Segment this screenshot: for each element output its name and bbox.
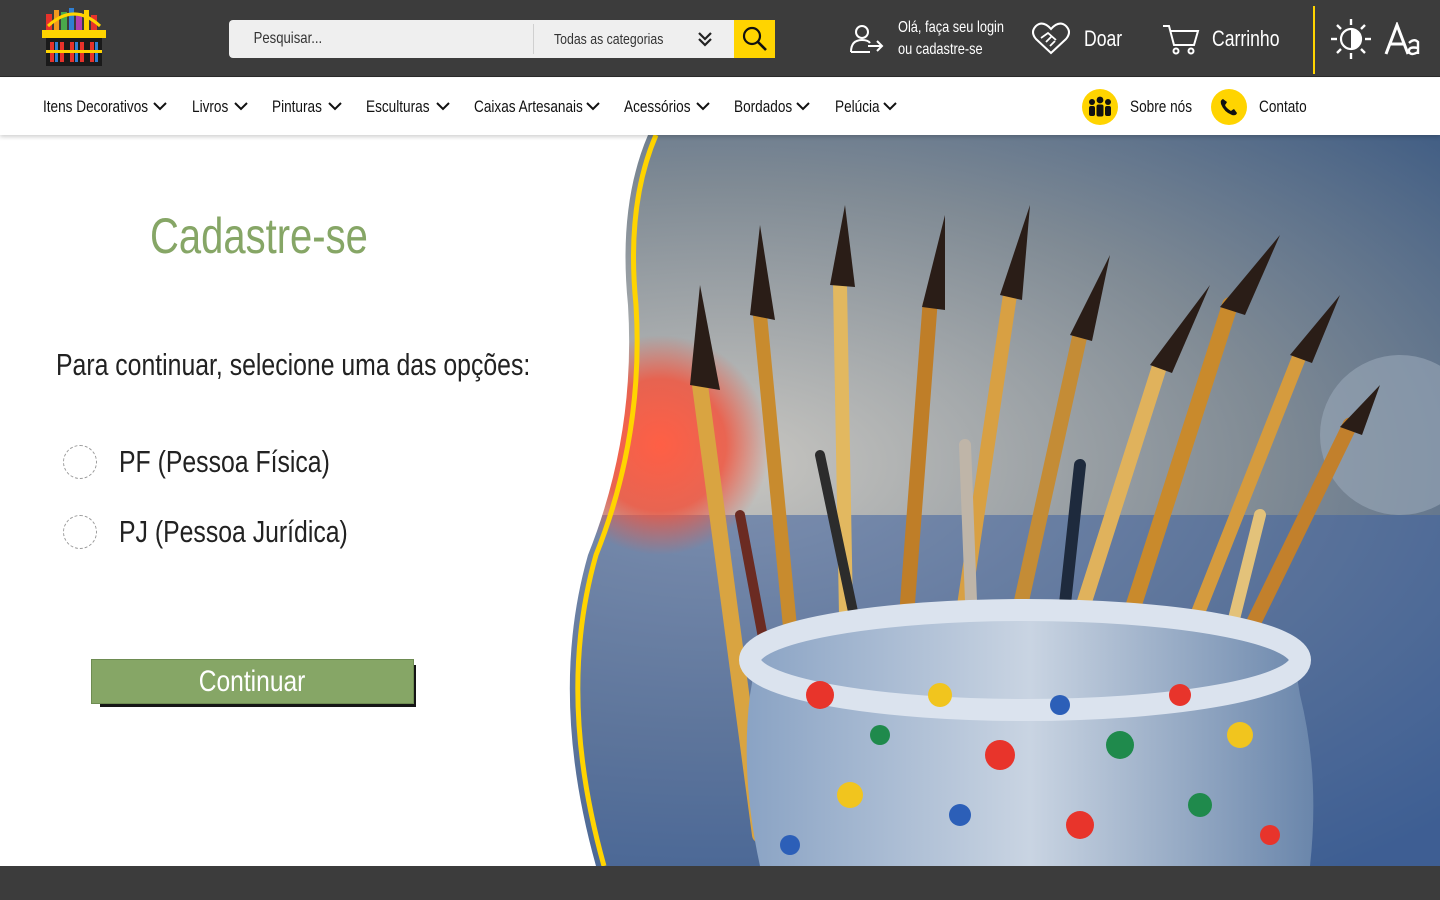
continue-label: Continuar [199,664,306,698]
about-link[interactable]: Sobre nós [1082,78,1208,135]
contrast-toggle[interactable] [1330,18,1372,60]
contact-link[interactable]: Contato [1211,78,1319,135]
nav-item-label: Bordados [734,96,793,116]
login-line1: Olá, faça seu login [898,18,1005,36]
signup-hero: Cadastre-se Para continuar, selecione um… [0,135,1440,866]
nav-item-label: Acessórios [624,96,691,116]
form-instructions: Para continuar, selecione uma das opções… [56,347,531,382]
cart-link[interactable]: Carrinho [1162,0,1296,77]
search-icon [742,26,767,51]
option-pj-label: PJ (Pessoa Jurídica) [119,514,348,549]
login-link[interactable]: Olá, faça seu login ou cadastre-se [850,0,1031,77]
nav-item-label: Pelúcia [835,96,880,116]
nav-item-label: Itens Decorativos [43,96,149,116]
page-title: Cadastre-se [150,208,368,264]
option-pf[interactable]: PF (Pessoa Física) [63,444,383,480]
cart-icon [1163,24,1200,54]
font-size-icon [1384,20,1420,56]
contrast-icon [1331,19,1371,59]
top-header: Todas as categorias Olá, faça seu login … [0,0,1440,77]
nav-item-label: Livros [192,96,229,116]
search-button[interactable] [734,20,775,58]
radio-pf[interactable] [63,445,97,479]
nav-item-pelucia[interactable]: Pelúcia [835,78,897,135]
option-pj[interactable]: PJ (Pessoa Jurídica) [63,514,405,550]
header-divider [1313,6,1315,74]
search-bar: Todas as categorias [229,20,775,58]
footer-bar [0,866,1440,900]
chevron-down-icon [234,102,248,111]
phone-icon [1211,88,1247,125]
logo-basket-icon[interactable] [38,8,110,70]
people-icon [1082,88,1118,125]
nav-item-label: Caixas Artesanais [474,96,583,116]
category-nav: Itens Decorativos Livros Pinturas Escult… [0,78,1440,135]
chevron-down-icon [586,102,600,111]
nav-item-pinturas[interactable]: Pinturas [272,78,342,135]
search-input[interactable] [229,20,533,58]
chevron-down-icon [153,102,167,111]
donate-link[interactable]: Doar [1032,0,1132,77]
nav-item-esculturas[interactable]: Esculturas [366,78,450,135]
nav-item-label: Pinturas [272,96,322,116]
cart-label: Carrinho [1212,25,1280,51]
nav-item-livros[interactable]: Livros [192,78,248,135]
contact-label: Contato [1259,96,1307,116]
login-icon [850,24,884,53]
font-size-toggle[interactable] [1384,20,1422,58]
chevron-down-icon [696,102,710,111]
option-pf-label: PF (Pessoa Física) [119,444,330,479]
chevron-down-icon [436,102,450,111]
chevron-down-icon [796,102,810,111]
nav-item-label: Esculturas [366,96,430,116]
chevron-down-icon [883,102,897,111]
donate-label: Doar [1084,25,1123,51]
double-chevron-down-icon [698,32,712,47]
category-select[interactable]: Todas as categorias [534,20,734,58]
login-line2: ou cadastre-se [898,40,983,58]
about-label: Sobre nós [1130,96,1192,116]
continue-button[interactable]: Continuar [91,659,414,704]
heart-handshake-icon [1032,22,1070,54]
chevron-down-icon [328,102,342,111]
radio-pj[interactable] [63,515,97,549]
nav-item-caixas-artesanais[interactable]: Caixas Artesanais [474,78,610,135]
category-select-value: Todas as categorias [554,30,664,48]
nav-item-acessorios[interactable]: Acessórios [624,78,710,135]
nav-item-itens-decorativos[interactable]: Itens Decorativos [43,78,174,135]
nav-item-bordados[interactable]: Bordados [734,78,810,135]
